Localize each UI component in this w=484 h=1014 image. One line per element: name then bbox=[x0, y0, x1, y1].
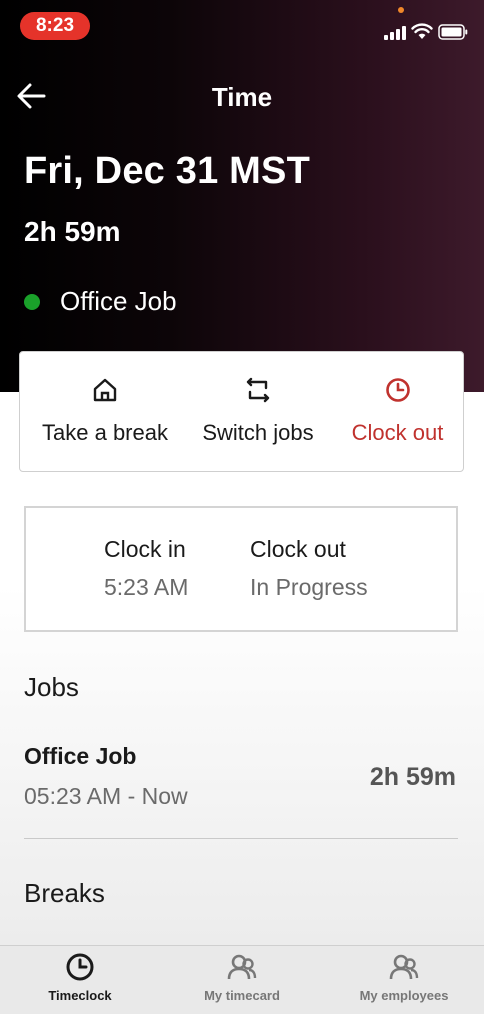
clock-out-label: Clock out bbox=[351, 420, 444, 445]
tab-timeclock[interactable]: Timeclock bbox=[0, 946, 160, 1014]
clock-times-card: Clock in 5:23 AM Clock out In Progress bbox=[24, 506, 458, 632]
breaks-section-title: Breaks bbox=[24, 878, 105, 908]
actions-card: Take a break Switch jobs Clock out bbox=[19, 351, 464, 472]
wifi-icon bbox=[411, 23, 433, 39]
total-duration: 2h 59m bbox=[24, 216, 121, 247]
cellular-signal-icon bbox=[384, 24, 408, 40]
tab-bar: Timeclock My timecard My employees bbox=[0, 945, 484, 1014]
header-background bbox=[0, 0, 484, 392]
clock-icon bbox=[385, 378, 410, 402]
person-icon bbox=[227, 954, 257, 980]
content-background bbox=[0, 392, 484, 945]
privacy-indicator-icon bbox=[398, 7, 404, 13]
job-row-duration: 2h 59m bbox=[369, 763, 456, 791]
switch-icon bbox=[246, 377, 270, 403]
switch-jobs-button[interactable]: Switch jobs bbox=[180, 352, 336, 471]
tab-my-timecard-label: My timecard bbox=[204, 988, 280, 1003]
divider bbox=[24, 838, 458, 839]
home-icon bbox=[93, 378, 117, 402]
take-break-label: Take a break bbox=[42, 420, 168, 445]
clock-out-heading: Clock out bbox=[250, 536, 346, 562]
date-heading: Fri, Dec 31 MST bbox=[24, 150, 310, 192]
tab-my-timecard[interactable]: My timecard bbox=[162, 946, 322, 1014]
tab-timeclock-label: Timeclock bbox=[48, 988, 112, 1003]
clock-out-button[interactable]: Clock out bbox=[330, 352, 465, 471]
clock-out-value: In Progress bbox=[250, 574, 368, 600]
clock-in-value: 5:23 AM bbox=[104, 574, 189, 600]
battery-icon bbox=[438, 24, 468, 40]
clock-icon bbox=[66, 953, 94, 981]
page-title: Time bbox=[211, 82, 273, 112]
tab-my-employees-label: My employees bbox=[359, 988, 449, 1003]
job-status-dot bbox=[24, 294, 40, 310]
jobs-section-title: Jobs bbox=[24, 672, 79, 702]
job-row-name: Office Job bbox=[24, 743, 137, 769]
status-time: 8:23 bbox=[20, 12, 90, 40]
people-icon bbox=[389, 954, 419, 980]
tab-my-employees[interactable]: My employees bbox=[324, 946, 484, 1014]
switch-jobs-label: Switch jobs bbox=[202, 420, 314, 445]
take-break-button[interactable]: Take a break bbox=[20, 352, 190, 471]
current-job-name: Office Job bbox=[60, 286, 177, 316]
job-row-time-range: 05:23 AM - Now bbox=[24, 783, 188, 809]
clock-in-heading: Clock in bbox=[104, 536, 186, 562]
